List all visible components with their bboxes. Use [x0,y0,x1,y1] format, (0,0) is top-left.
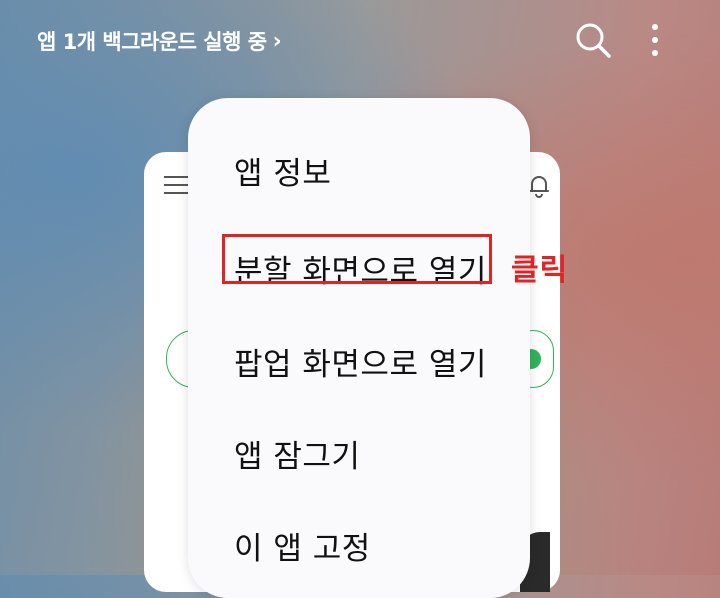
menu-item-app-info[interactable]: 앱 정보 [234,148,331,193]
menu-item-popup-view[interactable]: 팝업 화면으로 열기 [234,339,487,384]
highlight-box [222,234,492,284]
menu-item-pin-app[interactable]: 이 앱 고정 [234,523,371,568]
background-apps-status[interactable]: 앱 1개 백그라운드 실행 중 › [37,26,282,56]
search-icon[interactable] [574,21,612,59]
chevron-right-icon: › [272,28,282,54]
app-context-menu: 앱 정보 분할 화면으로 열기 팝업 화면으로 열기 앱 잠그기 이 앱 고정 [188,98,530,598]
background-apps-text: 앱 1개 백그라운드 실행 중 [37,30,267,54]
more-options-icon[interactable] [640,20,670,60]
hamburger-menu-icon [164,176,188,194]
bell-icon [528,174,550,198]
menu-item-lock-app[interactable]: 앱 잠그기 [234,431,360,476]
click-annotation-label: 클릭 [511,253,569,288]
